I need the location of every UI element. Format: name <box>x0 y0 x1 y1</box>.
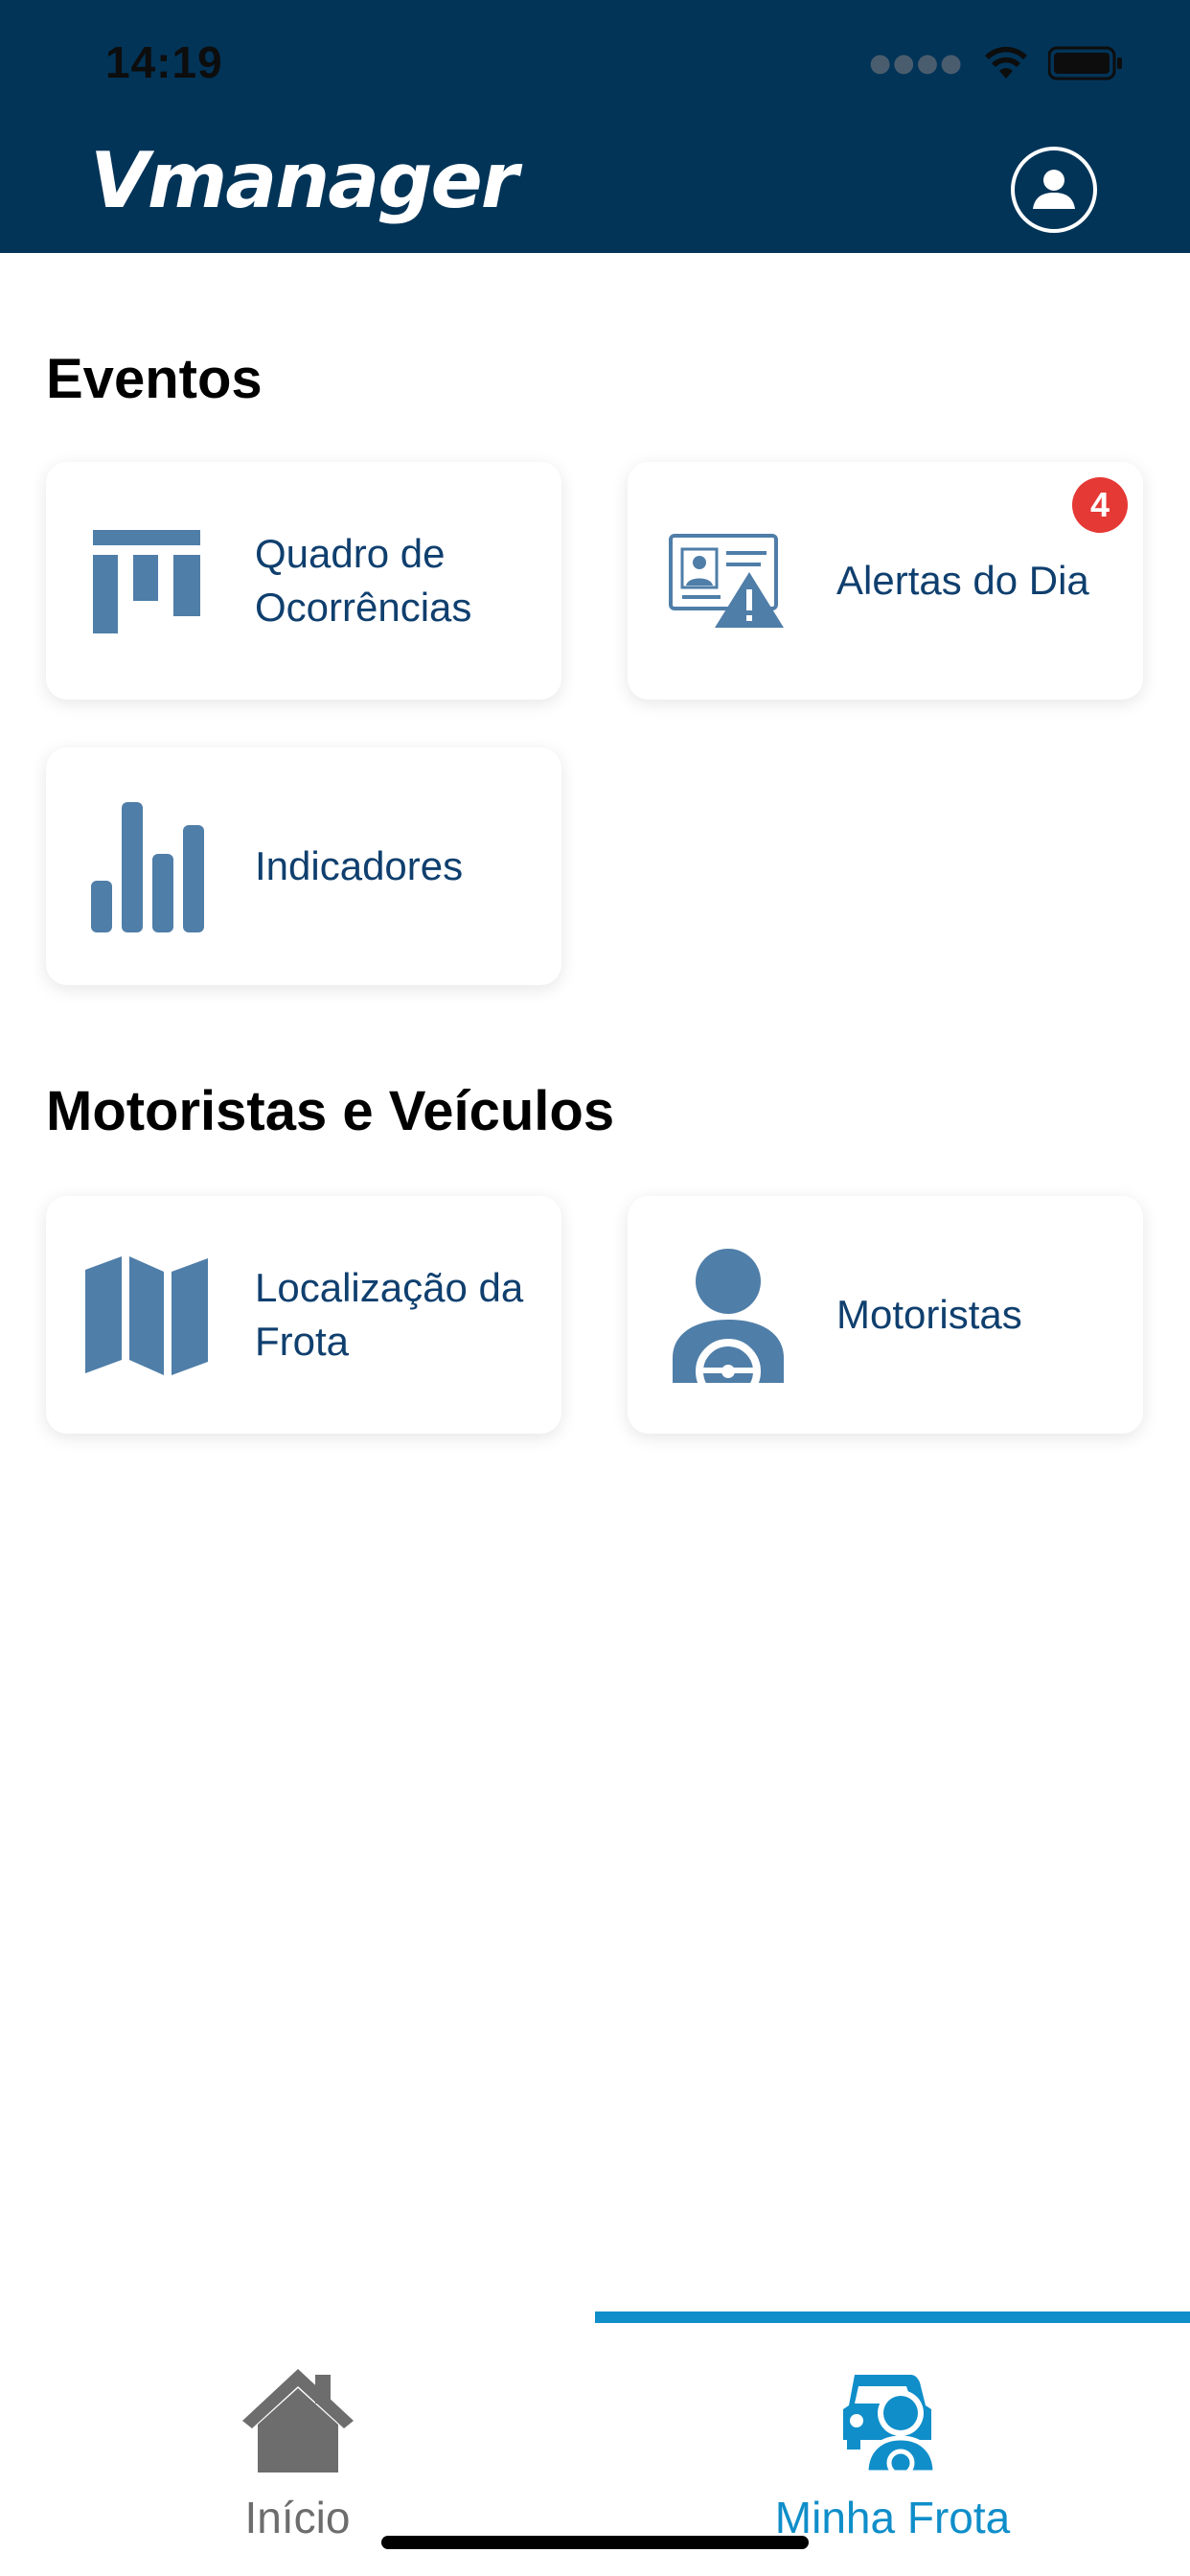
card-label: Motoristas <box>836 1292 1022 1337</box>
wifi-icon <box>985 46 1027 79</box>
card-indicadores[interactable]: Indicadores <box>46 748 561 985</box>
app-header: 14:19 ●●●● Vmanager <box>0 0 1190 253</box>
card-label: Alertas do Dia <box>836 558 1089 603</box>
profile-button[interactable] <box>1011 147 1097 233</box>
card-label: Quadro de Ocorrências <box>255 531 472 630</box>
card-alertas-dia[interactable]: Alertas do Dia 4 <box>628 462 1143 700</box>
card-label: Localização da Frota <box>255 1265 524 1364</box>
home-icon <box>236 2363 360 2478</box>
active-tab-indicator <box>595 2312 1190 2323</box>
user-icon <box>1033 170 1075 209</box>
cellular-signal-icon: ●●●● <box>869 49 964 78</box>
battery-icon <box>1048 46 1122 80</box>
alert-card-icon <box>666 519 790 644</box>
vmanager-logo: Vmanager <box>90 136 518 225</box>
fleet-icon <box>831 2363 955 2478</box>
card-localizacao-frota[interactable]: Localização da Frota <box>46 1196 561 1434</box>
home-indicator[interactable] <box>381 2536 809 2549</box>
section-title-eventos: Eventos <box>46 348 263 410</box>
card-label: Indicadores <box>255 843 464 888</box>
driver-icon <box>666 1249 790 1383</box>
card-motoristas[interactable]: Motoristas <box>628 1196 1143 1434</box>
section-title-motoristas: Motoristas e Veículos <box>46 1080 615 1142</box>
status-icons: ●●●● <box>869 46 1123 80</box>
alert-count-badge: 4 <box>1072 477 1128 533</box>
status-time: 14:19 <box>105 37 223 87</box>
board-icon <box>84 519 209 644</box>
bar-chart-icon <box>84 802 209 932</box>
map-icon <box>84 1254 209 1378</box>
card-quadro-ocorrencias[interactable]: Quadro de Ocorrências <box>46 462 561 700</box>
